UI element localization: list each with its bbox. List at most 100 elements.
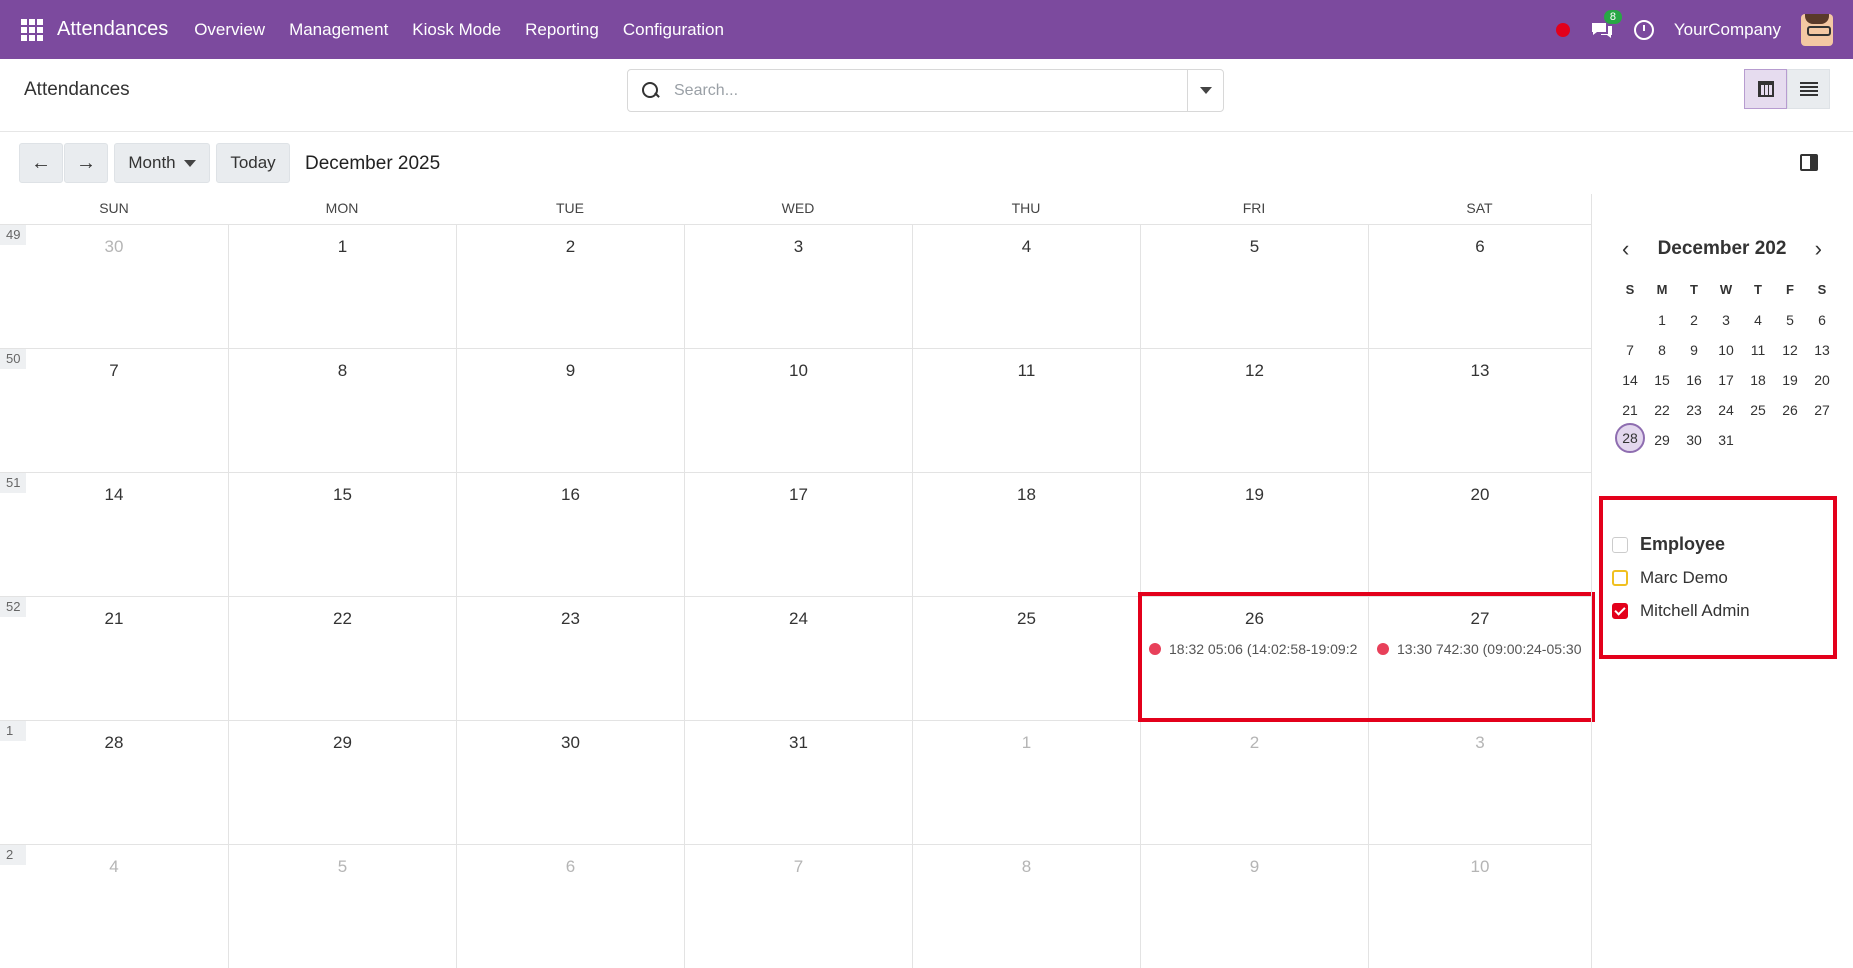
day-cell[interactable]: 15 <box>228 473 456 596</box>
clock-icon[interactable] <box>1633 19 1654 40</box>
day-cell[interactable]: 25 <box>912 597 1140 720</box>
recording-dot-icon[interactable] <box>1555 22 1570 37</box>
day-cell[interactable]: 8 <box>228 349 456 472</box>
mini-day[interactable]: 6 <box>1806 309 1838 331</box>
previous-button[interactable]: ← <box>19 143 63 183</box>
day-cell[interactable]: 24 <box>684 597 912 720</box>
mini-day[interactable]: 30 <box>1678 429 1710 451</box>
day-cell[interactable]: 12 <box>1140 349 1368 472</box>
list-view-button[interactable] <box>1787 69 1830 109</box>
day-cell[interactable]: 3 <box>684 225 912 348</box>
calendar-view-button[interactable] <box>1744 69 1787 109</box>
mini-day[interactable]: 20 <box>1806 369 1838 391</box>
day-cell[interactable]: 4 <box>912 225 1140 348</box>
mini-day[interactable]: 10 <box>1710 339 1742 361</box>
day-cell[interactable]: 9 <box>456 349 684 472</box>
events-highlight-box <box>1138 592 1595 722</box>
app-brand[interactable]: Attendances <box>57 18 168 41</box>
day-cell[interactable]: 9 <box>1140 845 1368 968</box>
mini-day[interactable]: 24 <box>1710 399 1742 421</box>
search-options-toggle[interactable] <box>1187 70 1223 111</box>
mini-day[interactable]: 16 <box>1678 369 1710 391</box>
app-grid-icon[interactable] <box>21 18 43 41</box>
day-number: 22 <box>333 609 352 628</box>
user-avatar[interactable] <box>1801 13 1833 46</box>
mini-day[interactable]: 18 <box>1742 369 1774 391</box>
mini-day[interactable]: 21 <box>1614 399 1646 421</box>
mini-day[interactable]: 31 <box>1710 429 1742 451</box>
day-cell[interactable]: 21 <box>0 597 228 720</box>
mini-day[interactable]: 25 <box>1742 399 1774 421</box>
day-cell[interactable]: 2 <box>456 225 684 348</box>
day-cell[interactable]: 30 <box>456 721 684 844</box>
day-cell[interactable]: 7 <box>0 349 228 472</box>
day-cell[interactable]: 6 <box>1368 225 1591 348</box>
day-cell[interactable]: 23 <box>456 597 684 720</box>
mini-day[interactable]: 4 <box>1742 309 1774 331</box>
mini-day[interactable]: 9 <box>1678 339 1710 361</box>
day-cell[interactable]: 30 <box>0 225 228 348</box>
day-cell[interactable]: 14 <box>0 473 228 596</box>
day-cell[interactable]: 1 <box>228 225 456 348</box>
mini-day[interactable]: 15 <box>1646 369 1678 391</box>
day-cell[interactable]: 28 <box>0 721 228 844</box>
mini-day[interactable]: 1 <box>1646 309 1678 331</box>
mini-day[interactable]: 8 <box>1646 339 1678 361</box>
mini-day[interactable]: 7 <box>1614 339 1646 361</box>
mini-day[interactable]: 27 <box>1806 399 1838 421</box>
day-cell[interactable]: 3 <box>1368 721 1591 844</box>
day-cell[interactable]: 31 <box>684 721 912 844</box>
day-cell[interactable]: 11 <box>912 349 1140 472</box>
day-cell[interactable]: 20 <box>1368 473 1591 596</box>
day-cell[interactable]: 10 <box>1368 845 1591 968</box>
chevron-left-icon[interactable]: ‹ <box>1622 236 1629 262</box>
mini-day[interactable]: 28 <box>1615 423 1645 453</box>
day-cell[interactable]: 22 <box>228 597 456 720</box>
day-cell[interactable]: 2 <box>1140 721 1368 844</box>
mini-day[interactable]: 17 <box>1710 369 1742 391</box>
day-number: 2 <box>565 237 576 256</box>
mini-day[interactable]: 13 <box>1806 339 1838 361</box>
mini-day[interactable]: 11 <box>1742 339 1774 361</box>
mini-day[interactable]: 26 <box>1774 399 1806 421</box>
chevron-right-icon[interactable]: › <box>1815 236 1822 262</box>
menu-configuration[interactable]: Configuration <box>623 20 724 40</box>
company-switcher[interactable]: YourCompany <box>1674 20 1781 40</box>
day-cell[interactable]: 17 <box>684 473 912 596</box>
chat-icon[interactable]: 8 <box>1590 9 1623 40</box>
menu-management[interactable]: Management <box>289 20 388 40</box>
day-number: 21 <box>104 609 124 628</box>
menu-reporting[interactable]: Reporting <box>525 20 599 40</box>
menu-kiosk-mode[interactable]: Kiosk Mode <box>412 20 501 40</box>
day-cell[interactable]: 5 <box>228 845 456 968</box>
day-cell[interactable]: 18 <box>912 473 1140 596</box>
day-cell[interactable]: 29 <box>228 721 456 844</box>
mini-day[interactable]: 2 <box>1678 309 1710 331</box>
next-button[interactable]: → <box>64 143 108 183</box>
day-cell[interactable]: 6 <box>456 845 684 968</box>
mini-day[interactable]: 5 <box>1774 309 1806 331</box>
toggle-sidebar-icon[interactable] <box>1800 154 1818 171</box>
mini-day[interactable]: 3 <box>1710 309 1742 331</box>
day-cell[interactable]: 4 <box>0 845 228 968</box>
mini-day[interactable]: 14 <box>1614 369 1646 391</box>
day-cell[interactable]: 8 <box>912 845 1140 968</box>
day-cell[interactable]: 13 <box>1368 349 1591 472</box>
search-input[interactable] <box>674 81 1187 100</box>
scale-label: Month <box>128 153 176 172</box>
day-cell[interactable]: 16 <box>456 473 684 596</box>
mini-day[interactable]: 12 <box>1774 339 1806 361</box>
day-cell[interactable]: 7 <box>684 845 912 968</box>
menu-overview[interactable]: Overview <box>194 20 265 40</box>
day-cell[interactable]: 10 <box>684 349 912 472</box>
day-cell[interactable]: 1 <box>912 721 1140 844</box>
mini-day[interactable]: 29 <box>1646 429 1678 451</box>
mini-day[interactable]: 23 <box>1678 399 1710 421</box>
today-button[interactable]: Today <box>216 143 290 183</box>
day-cell[interactable]: 5 <box>1140 225 1368 348</box>
mini-day[interactable]: 22 <box>1646 399 1678 421</box>
scale-dropdown[interactable]: Month <box>114 143 210 183</box>
mini-calendar-title: December 202 <box>1657 238 1787 259</box>
mini-day[interactable]: 19 <box>1774 369 1806 391</box>
day-cell[interactable]: 19 <box>1140 473 1368 596</box>
